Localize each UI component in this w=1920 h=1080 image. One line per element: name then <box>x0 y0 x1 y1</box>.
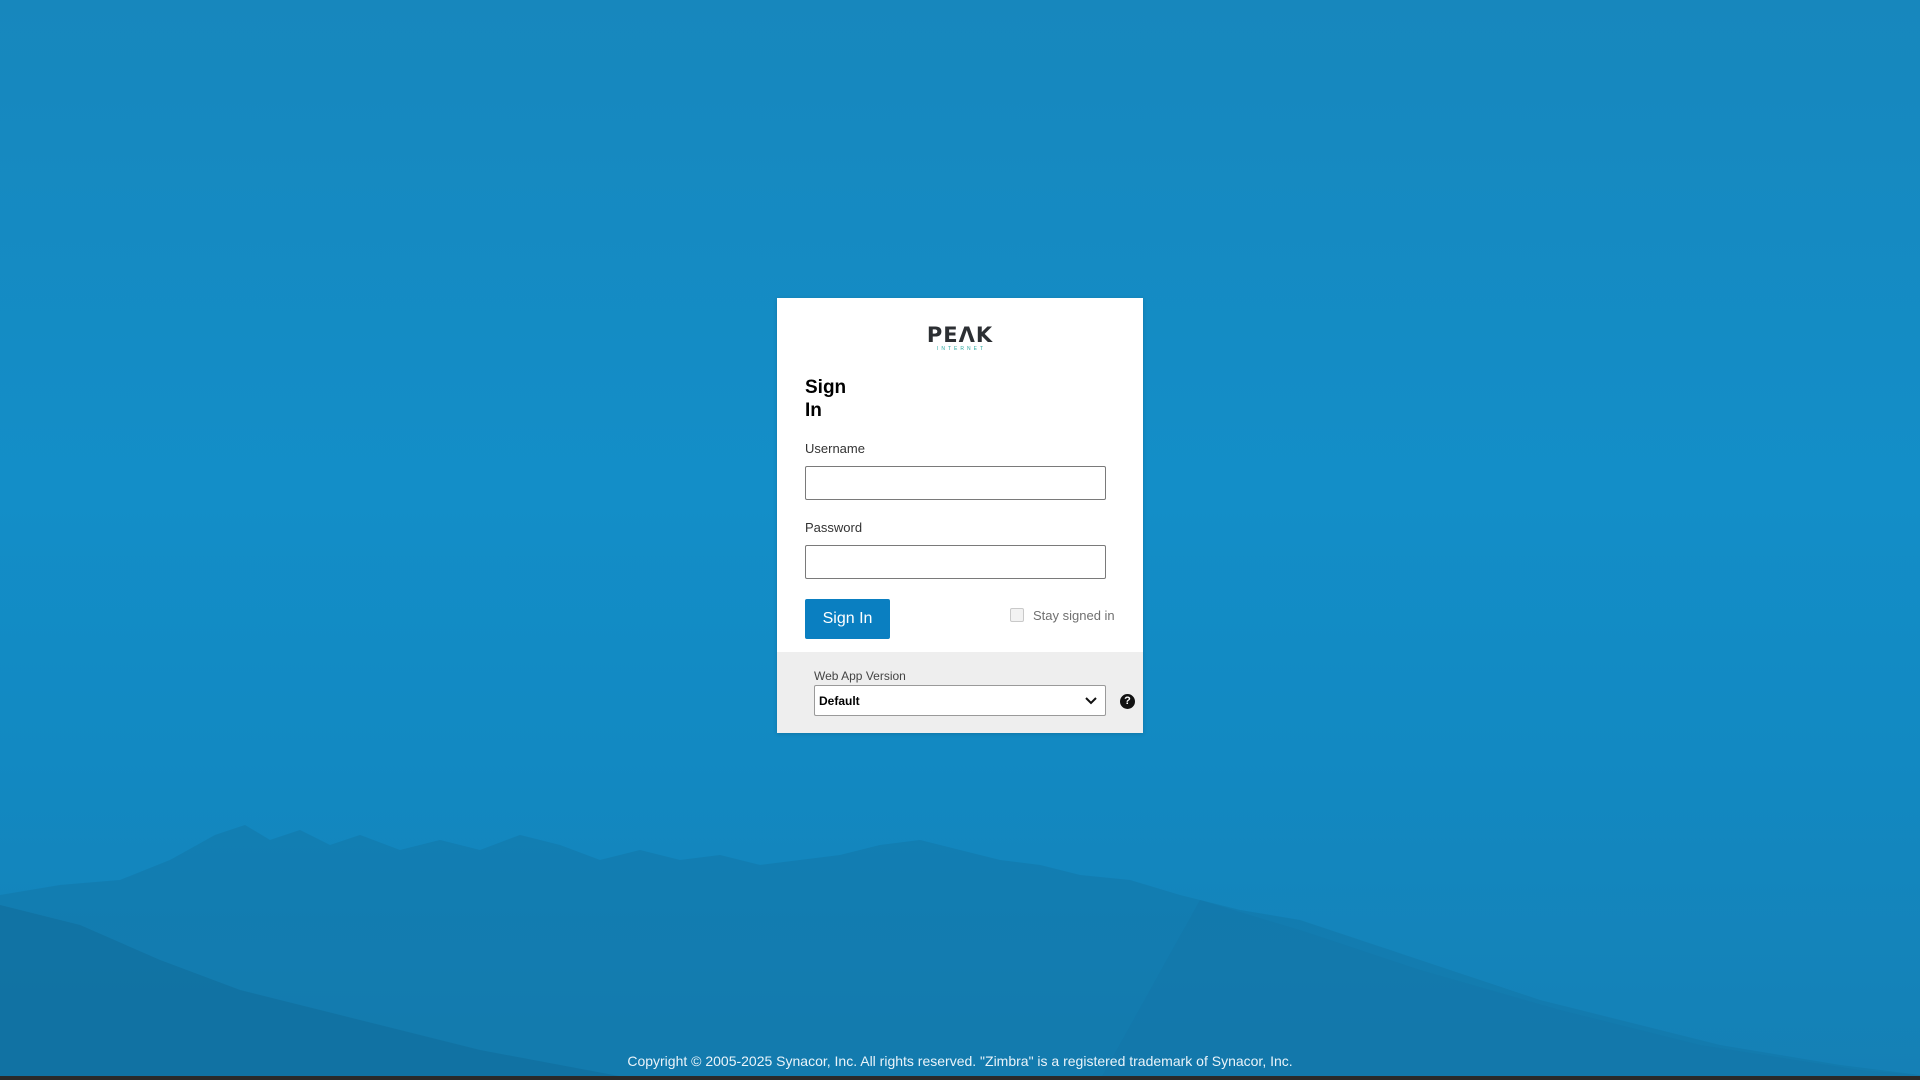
peak-internet-logo: PEΛK INTERNET <box>777 324 1143 352</box>
login-card: PEΛK INTERNET Sign In Username Password … <box>777 298 1143 733</box>
stay-signed-in-label: Stay signed in <box>1033 607 1115 623</box>
logo-word: PEΛK <box>926 323 994 347</box>
version-select[interactable]: Default <box>814 685 1106 716</box>
password-input[interactable] <box>805 545 1106 579</box>
password-label: Password <box>805 520 863 535</box>
version-panel: Web App Version Default ? <box>777 652 1143 733</box>
username-input[interactable] <box>805 466 1106 500</box>
stay-signed-in-checkbox[interactable] <box>1010 608 1024 622</box>
logo-subtitle: INTERNET <box>937 346 986 352</box>
version-selected-value: Default <box>819 694 860 708</box>
copyright-text: Copyright © 2005-2025 Synacor, Inc. All … <box>627 1053 1293 1069</box>
bottom-strip <box>0 1076 1920 1080</box>
username-label: Username <box>805 441 865 456</box>
page-title: Sign In <box>805 377 847 421</box>
version-label: Web App Version <box>814 669 906 683</box>
stay-signed-in[interactable]: Stay signed in <box>1010 605 1115 625</box>
help-icon[interactable]: ? <box>1120 694 1135 709</box>
chevron-down-icon <box>1085 697 1097 705</box>
sign-in-button[interactable]: Sign In <box>805 599 890 639</box>
